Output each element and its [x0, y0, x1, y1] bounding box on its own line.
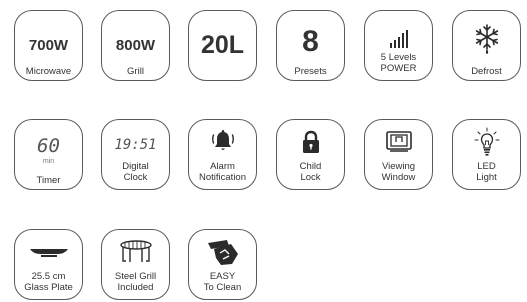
- easy-clean-label: EASY To Clean: [203, 271, 242, 293]
- presets-value: 8: [302, 25, 319, 58]
- snowflake-icon: [475, 24, 498, 54]
- power-levels-icon: [389, 30, 408, 48]
- digital-clock-label: Digital Clock: [122, 161, 149, 183]
- clock-display: 19:51: [114, 137, 157, 153]
- glass-plate-label: 25.5 cm Glass Plate: [24, 271, 73, 293]
- light-bulb-icon: [474, 127, 499, 156]
- capacity-value: 20L: [200, 31, 245, 59]
- bell-icon: [211, 130, 234, 150]
- microwave-power-value: 700W: [28, 37, 69, 54]
- viewing-window-label: Viewing Window: [381, 161, 416, 183]
- feature-tile-glass-plate: 25.5 cm Glass Plate: [14, 229, 83, 300]
- led-light-label: LED Light: [476, 161, 497, 183]
- presets-label: Presets: [294, 66, 327, 77]
- steel-grill-label: Steel Grill Included: [114, 271, 157, 293]
- power-levels-label: 5 Levels POWER: [380, 52, 417, 74]
- feature-tile-grill-power: 800W Grill: [101, 10, 170, 81]
- timer-unit: min: [42, 158, 55, 165]
- feature-tile-microwave-power: 700W Microwave: [14, 10, 83, 81]
- viewing-window-icon: [385, 131, 412, 152]
- grill-power-label: Grill: [127, 66, 144, 77]
- grill-power-value: 800W: [115, 37, 156, 54]
- feature-tile-easy-clean: EASY To Clean: [188, 229, 257, 300]
- steel-grill-icon: [119, 240, 152, 262]
- cleaning-cloth-icon: [207, 240, 238, 265]
- microwave-power-label: Microwave: [25, 66, 72, 77]
- feature-tile-defrost: Defrost: [452, 10, 521, 81]
- padlock-icon: [302, 130, 319, 153]
- feature-tile-digital-clock: 19:51 Digital Clock: [101, 119, 170, 190]
- glass-plate-icon: [29, 249, 68, 257]
- feature-tile-presets: 8 Presets: [276, 10, 345, 81]
- feature-tile-alarm: Alarm Notification: [188, 119, 257, 190]
- feature-tile-steel-grill: Steel Grill Included: [101, 229, 170, 300]
- timer-display: 60: [37, 135, 60, 157]
- feature-tile-led-light: LED Light: [452, 119, 521, 190]
- timer-label: Timer: [36, 175, 61, 186]
- alarm-label: Alarm Notification: [199, 161, 246, 183]
- child-lock-label: Child Lock: [299, 161, 322, 183]
- feature-tile-viewing-window: Viewing Window: [364, 119, 433, 190]
- feature-tile-capacity: 20L: [188, 10, 257, 81]
- defrost-label: Defrost: [471, 66, 502, 77]
- feature-tile-timer: 60 min Timer: [14, 119, 83, 190]
- feature-tile-child-lock: Child Lock: [276, 119, 345, 190]
- feature-tile-power-levels: 5 Levels POWER: [364, 10, 433, 81]
